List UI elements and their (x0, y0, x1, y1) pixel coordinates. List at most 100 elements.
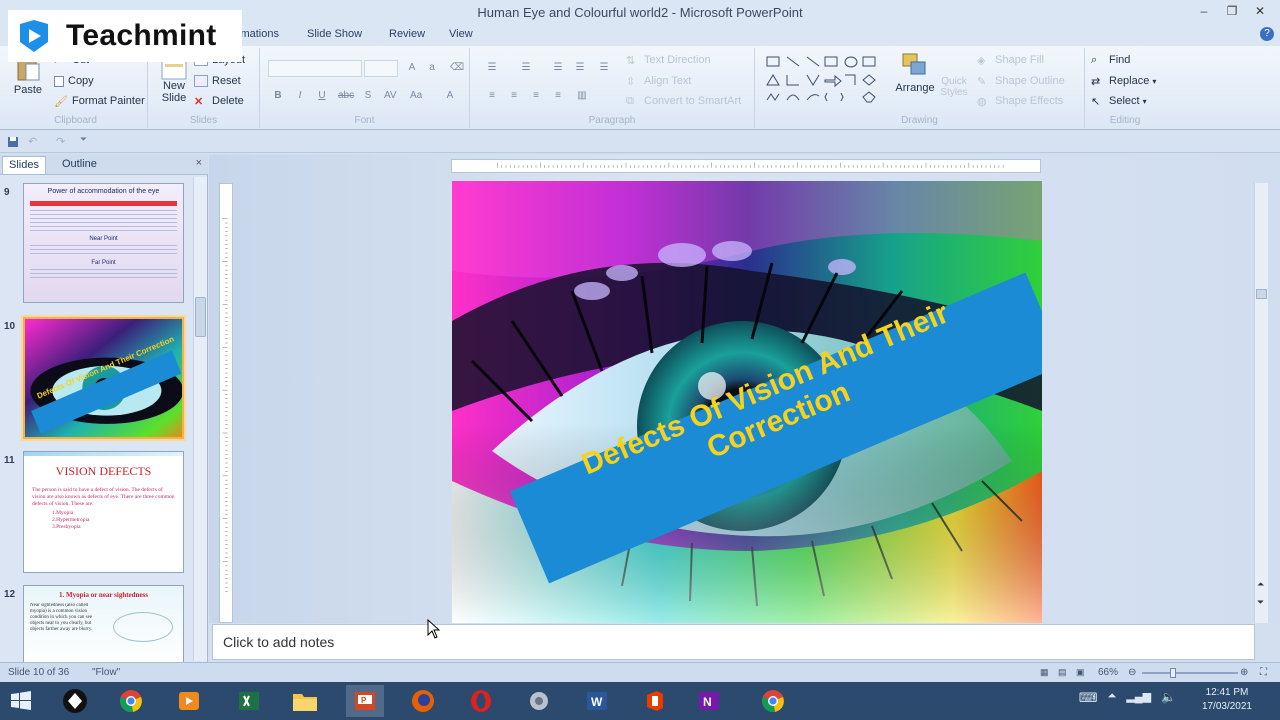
decrease-indent-icon[interactable]: ☰ (552, 62, 564, 73)
tab-animations[interactable]: imations (238, 28, 279, 40)
zoom-in-icon[interactable]: ⊕ (1240, 667, 1248, 678)
volume-icon[interactable]: 🔈 (1161, 690, 1176, 706)
previous-slide-icon[interactable]: ⏶ (1257, 579, 1264, 590)
slide-sorter-icon[interactable]: ▤ (1058, 667, 1067, 678)
close-pane-icon[interactable]: × (196, 157, 202, 169)
new-slide-button[interactable]: New Slide (156, 60, 192, 104)
bold-icon[interactable]: B (272, 90, 284, 101)
slide-thumbnail-11[interactable]: VISION DEFECTS The person is said to hav… (23, 451, 184, 573)
italic-icon[interactable]: I (294, 90, 306, 101)
align-right-icon[interactable]: ≡ (530, 90, 542, 101)
svg-text:P: P (361, 696, 367, 705)
line-spacing-icon[interactable]: ☰ (598, 62, 610, 73)
slide-thumbnail-10[interactable]: Defects Of Vision And Their Correction (23, 317, 184, 439)
taskbar-file-explorer[interactable] (286, 685, 324, 717)
text-direction-button[interactable]: ⇅ Text Direction (626, 54, 711, 67)
align-center-icon[interactable]: ≡ (508, 90, 520, 101)
clear-format-icon[interactable]: ⌫ (450, 62, 464, 73)
taskbar-firefox[interactable] (404, 685, 442, 717)
taskbar-excel[interactable] (230, 685, 268, 717)
change-case-icon[interactable]: Aa (410, 90, 422, 101)
close-button[interactable]: ✕ (1246, 0, 1274, 22)
reading-view-icon[interactable]: ▣ (1076, 667, 1085, 678)
minimize-button[interactable]: – (1190, 0, 1218, 22)
customize-toolbar-icon[interactable]: ⏷ (80, 134, 87, 145)
format-painter-button[interactable]: 🖌 Format Painter (54, 95, 145, 108)
editing-group-title: Editing (1109, 115, 1141, 126)
taskbar-opera[interactable] (462, 685, 500, 717)
align-left-icon[interactable]: ≡ (486, 90, 498, 101)
delete-button[interactable]: ✕ Delete (194, 95, 244, 108)
notes-pane[interactable]: Click to add notes (212, 624, 1255, 660)
tab-outline[interactable]: Outline (62, 158, 97, 170)
slide-thumbnail-9[interactable]: Power of accommodation of the eye Near P… (23, 183, 184, 303)
convert-smartart-button[interactable]: ⧉ Convert to SmartArt (626, 95, 741, 107)
redo-icon[interactable]: ↷ (56, 135, 65, 148)
tab-view[interactable]: View (449, 28, 473, 40)
taskbar-media-player[interactable] (170, 685, 208, 717)
editor-scrollbar[interactable]: ⏶ ⏷ (1254, 183, 1268, 623)
shrink-font-icon[interactable]: a (426, 62, 438, 73)
shape-effects-button[interactable]: ◍ Shape Effects (977, 95, 1063, 108)
copy-button[interactable]: Copy (54, 75, 94, 87)
zoom-slider-thumb[interactable] (1170, 668, 1176, 678)
help-icon[interactable]: ? (1260, 27, 1274, 41)
keyboard-icon[interactable]: ⌨ (1079, 690, 1098, 706)
fit-to-window-icon[interactable]: ⛶ (1260, 667, 1267, 678)
zoom-slider[interactable] (1142, 668, 1238, 678)
scrollbar-thumb[interactable] (195, 297, 206, 337)
scrollbar-thumb[interactable] (1256, 289, 1267, 299)
numbering-icon[interactable]: ☰ (520, 62, 532, 73)
shape-fill-button[interactable]: ◈ Shape Fill (977, 54, 1044, 67)
taskbar-office[interactable] (636, 685, 674, 717)
taskbar-chrome[interactable] (112, 685, 150, 717)
shadow-icon[interactable]: S (362, 90, 374, 101)
system-clock[interactable]: 12:41 PM 17/03/2021 (1202, 686, 1252, 714)
underline-icon[interactable]: U (316, 90, 328, 101)
taskbar-onenote[interactable]: N (690, 685, 728, 717)
find-button[interactable]: ⌕ Find (1091, 54, 1130, 66)
font-name-dropdown[interactable] (268, 60, 362, 77)
grow-font-icon[interactable]: A (406, 62, 418, 73)
maximize-button[interactable]: ❐ (1218, 0, 1246, 22)
next-slide-icon[interactable]: ⏷ (1257, 597, 1264, 608)
start-button[interactable] (2, 685, 40, 717)
char-spacing-icon[interactable]: AV (384, 90, 397, 101)
network-icon[interactable]: ▂▄▆ (1126, 690, 1151, 706)
zoom-level[interactable]: 66% (1098, 667, 1118, 678)
tab-slides[interactable]: Slides (2, 156, 46, 174)
taskbar-settings-app[interactable] (520, 685, 558, 717)
shape-outline-button[interactable]: ✎ Shape Outline (977, 75, 1065, 88)
font-size-dropdown[interactable] (364, 60, 398, 77)
taskbar-app-1[interactable] (56, 685, 94, 717)
columns-icon[interactable]: ▥ (576, 90, 588, 101)
justify-icon[interactable]: ≡ (552, 90, 564, 101)
arrange-button[interactable]: Arrange (893, 52, 937, 94)
increase-indent-icon[interactable]: ☰ (574, 62, 586, 73)
normal-view-icon[interactable]: ▦ (1040, 667, 1049, 678)
strikethrough-icon[interactable]: abc (338, 90, 354, 101)
select-button[interactable]: ↖ Select ▾ (1091, 95, 1147, 108)
tab-slide-show[interactable]: Slide Show (307, 28, 362, 40)
save-icon[interactable] (7, 136, 19, 148)
show-hidden-icons-icon[interactable]: ⏶ (1108, 690, 1117, 706)
taskbar-word[interactable]: W (578, 685, 616, 717)
zoom-out-icon[interactable]: ⊖ (1128, 667, 1136, 678)
font-color-icon[interactable]: A (444, 90, 456, 101)
taskbar-chrome-2[interactable] (754, 685, 792, 717)
replace-button[interactable]: ⇄ Replace ▾ (1091, 75, 1156, 88)
slides-pane-scrollbar[interactable] (193, 177, 207, 661)
reset-button[interactable]: Reset (194, 75, 241, 87)
effects-icon: ◍ (977, 96, 987, 108)
align-text-button[interactable]: ⇳ Align Text (626, 75, 692, 88)
bullets-icon[interactable]: ☰ (486, 62, 498, 73)
tab-review[interactable]: Review (389, 28, 425, 40)
shapes-gallery-icon[interactable] (765, 54, 885, 108)
taskbar-powerpoint[interactable]: P (346, 685, 384, 717)
quick-styles-button[interactable]: Quick Styles (939, 76, 969, 98)
thumb9-far-point: Far Point (91, 260, 116, 266)
undo-icon[interactable]: ↶ (28, 135, 37, 148)
teachmint-wordmark: Teachmint (66, 19, 217, 52)
slide-canvas[interactable]: Defects Of Vision And Their Correction (452, 181, 1042, 623)
slide-thumbnail-12[interactable]: 1. Myopia or near sightedness Near sight… (23, 585, 184, 663)
